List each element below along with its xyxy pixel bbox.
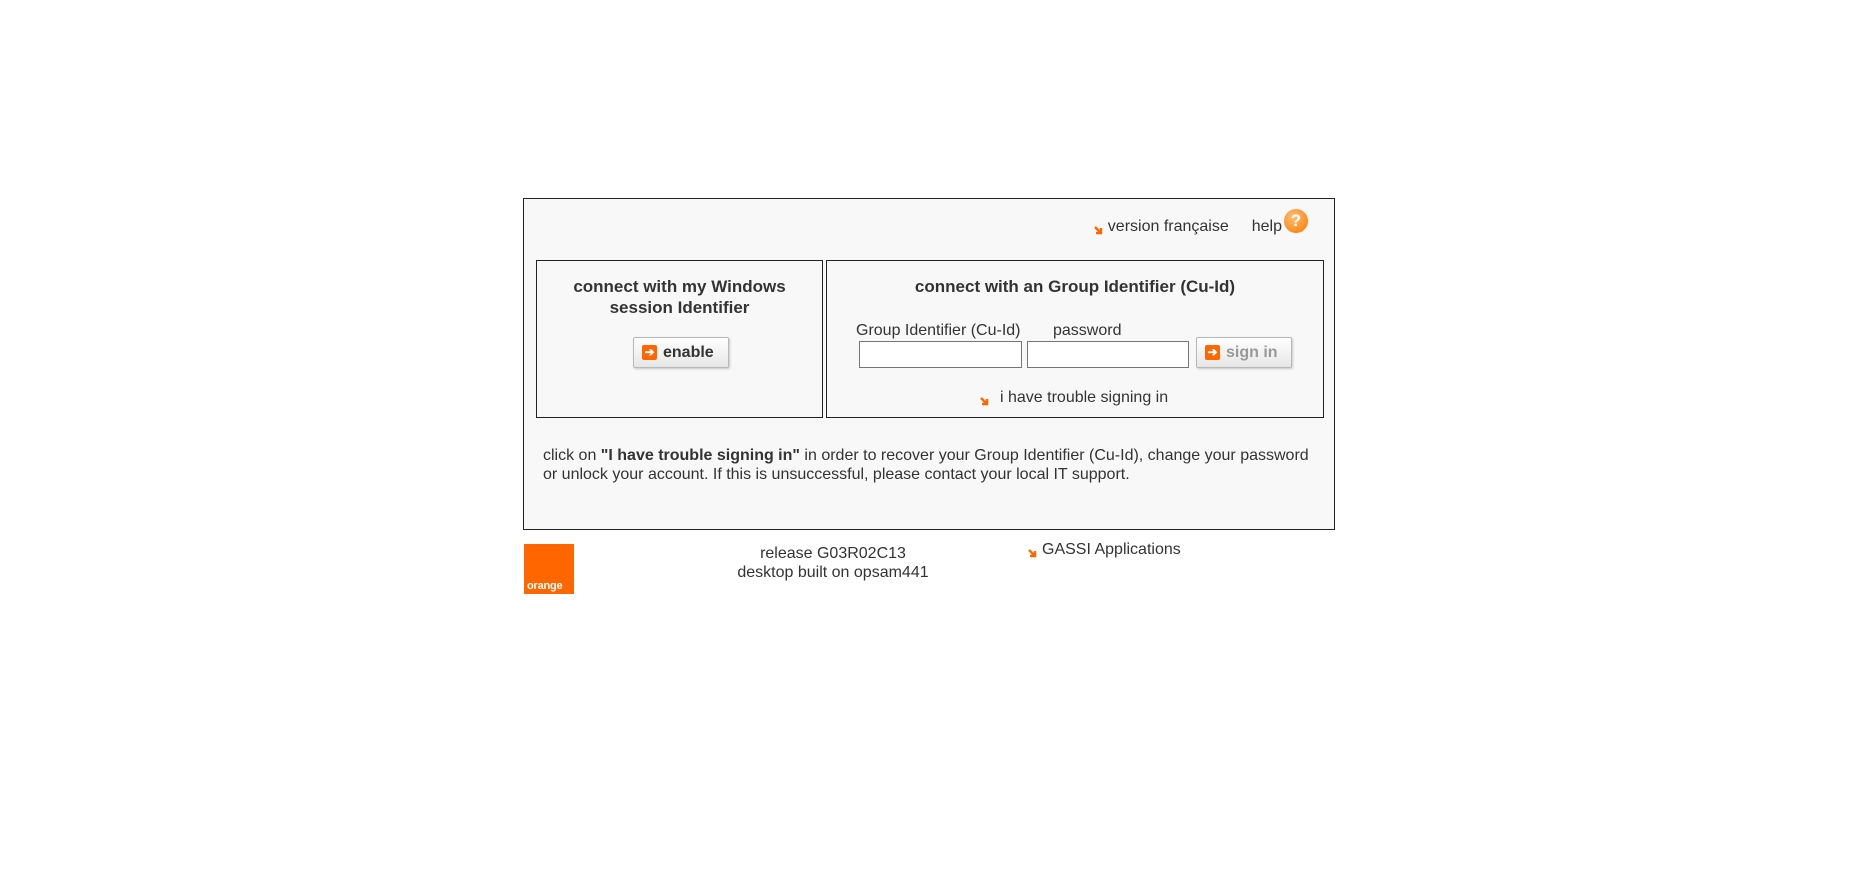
group-id-label: Group Identifier (Cu-Id) [856, 322, 1021, 339]
arrow-right-icon: ➔ [642, 345, 657, 360]
enable-button[interactable]: ➔ enable [633, 337, 729, 368]
group-identifier-title: connect with an Group Identifier (Cu-Id) [914, 277, 1236, 296]
release-version: release G03R02C13 [760, 545, 906, 562]
login-panel: version française help ? connect with my… [523, 198, 1335, 530]
windows-session-title: connect with my Windows session Identifi… [573, 277, 786, 317]
group-id-input[interactable] [859, 341, 1022, 368]
release-info: release G03R02C13 desktop built on opsam… [730, 544, 936, 582]
top-links: version française help ? [1093, 209, 1308, 239]
help-text-prefix: click on [543, 447, 601, 464]
trouble-signing-in-label: i have trouble signing in [1000, 389, 1169, 406]
arrow-down-right-icon [1027, 547, 1039, 559]
built-on: desktop built on opsam441 [737, 564, 929, 581]
version-francaise-label: version française [1107, 218, 1229, 235]
trouble-signing-in-link[interactable]: i have trouble signing in [979, 389, 1168, 407]
password-input[interactable] [1027, 341, 1189, 368]
gassi-applications-label: GASSI Applications [1042, 541, 1181, 558]
help-question-icon: ? [1284, 209, 1308, 233]
help-link[interactable]: help ? [1251, 209, 1308, 239]
arrow-down-right-icon [979, 395, 991, 407]
help-instructions: click on "I have trouble signing in" in … [543, 446, 1313, 484]
windows-session-box: connect with my Windows session Identifi… [536, 260, 823, 418]
help-text-emphasis: "I have trouble signing in" [600, 447, 800, 464]
gassi-applications-link[interactable]: GASSI Applications [1027, 541, 1181, 559]
enable-button-label: enable [663, 343, 714, 361]
password-label: password [1053, 322, 1122, 339]
arrow-down-right-icon [1093, 224, 1105, 236]
arrow-right-icon: ➔ [1205, 345, 1220, 360]
help-label: help [1251, 218, 1282, 235]
orange-logo: orange [524, 544, 574, 594]
sign-in-button-label: sign in [1226, 343, 1278, 361]
logo-text: orange [527, 580, 563, 592]
version-francaise-link[interactable]: version française [1093, 218, 1229, 236]
sign-in-button[interactable]: ➔ sign in [1196, 337, 1292, 368]
group-identifier-box: connect with an Group Identifier (Cu-Id)… [826, 260, 1324, 418]
